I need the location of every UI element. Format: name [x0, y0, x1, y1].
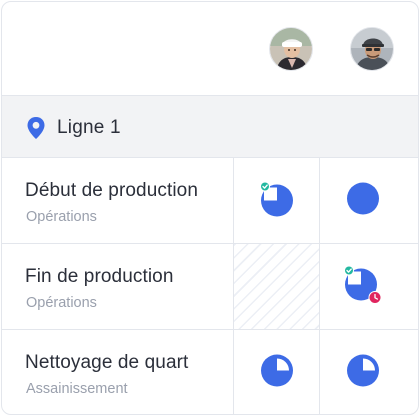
task-category: Assainissement [26, 381, 128, 397]
worker-avatar-2[interactable] [350, 27, 394, 71]
header [2, 2, 418, 95]
task-status-cell[interactable] [319, 158, 405, 243]
task-title: Nettoyage de quart [25, 352, 189, 373]
task-status-cell[interactable] [233, 330, 319, 414]
group-label: Ligne 1 [57, 117, 121, 138]
task-title: Fin de production [25, 266, 174, 287]
partial-status-icon [260, 354, 294, 393]
task-status-cell-not-applicable [233, 244, 319, 329]
partial-complete-late-status-icon [341, 262, 385, 311]
partial-status-icon [346, 354, 380, 393]
task-row[interactable]: Début de production Opérations [2, 158, 418, 244]
task-row[interactable]: Fin de production Opérations [2, 244, 418, 330]
worker-avatar-1[interactable] [269, 27, 313, 71]
complete-status-icon [346, 181, 380, 220]
schedule-card: Ligne 1 Début de production Opérations F… [1, 1, 419, 415]
location-pin-icon [26, 116, 46, 145]
task-status-cell[interactable] [319, 244, 405, 329]
partial-complete-status-icon [257, 178, 297, 223]
group-row-ligne-1[interactable]: Ligne 1 [2, 95, 418, 158]
task-row[interactable]: Nettoyage de quart Assainissement [2, 330, 418, 414]
task-status-cell[interactable] [233, 158, 319, 243]
task-category: Opérations [26, 295, 97, 311]
task-status-cell[interactable] [319, 330, 405, 414]
task-title: Début de production [25, 180, 199, 201]
task-category: Opérations [26, 209, 97, 225]
